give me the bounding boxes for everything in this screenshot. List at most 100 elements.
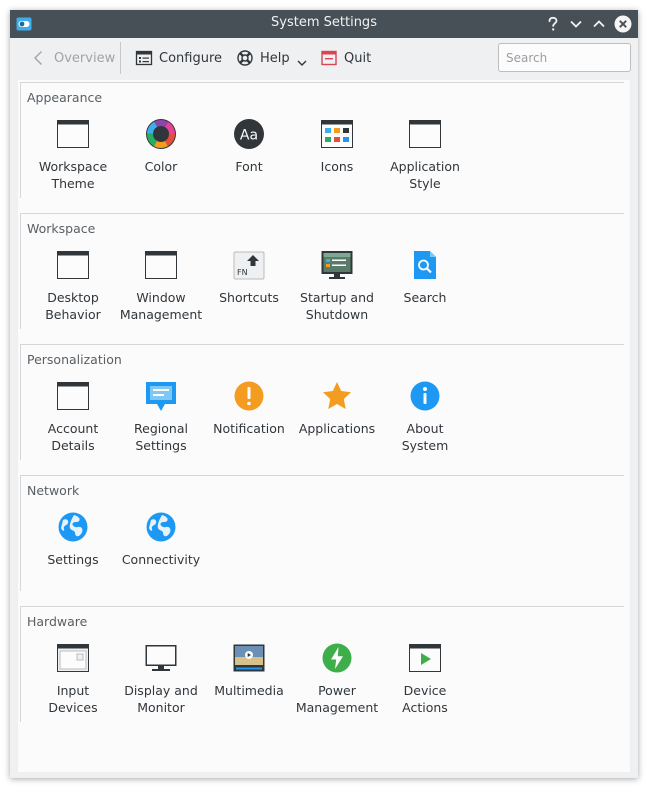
color-icon xyxy=(146,119,176,149)
module-label: Connectivity xyxy=(121,552,201,567)
close-button[interactable] xyxy=(614,15,632,33)
module-label: Workspace Theme xyxy=(38,159,108,191)
globe-icon xyxy=(146,512,176,542)
module-label: Color xyxy=(144,159,178,174)
input-devices-icon xyxy=(57,644,89,672)
module-label: Regional Settings xyxy=(134,421,188,453)
module-label: Notification xyxy=(213,421,285,436)
help-question-button[interactable] xyxy=(544,15,562,33)
group-title: Appearance xyxy=(27,90,103,105)
group-title: Personalization xyxy=(27,352,122,367)
account-details-icon xyxy=(57,382,89,410)
group-workspace: Workspace Desktop Behavior Window Manageme… xyxy=(20,213,624,329)
quit-button[interactable]: Quit xyxy=(320,46,371,70)
module-label: Applications xyxy=(298,421,376,436)
module-about-system[interactable]: About System xyxy=(381,380,469,454)
minimize-button[interactable] xyxy=(567,15,585,33)
module-connectivity[interactable]: Connectivity xyxy=(117,511,205,568)
workspace-theme-icon xyxy=(57,120,89,148)
module-label: Power Management xyxy=(295,683,379,715)
svg-text:Aa: Aa xyxy=(240,128,258,144)
search-input[interactable] xyxy=(498,43,631,72)
module-device-actions[interactable]: Device Actions xyxy=(381,642,469,716)
configure-icon xyxy=(135,50,153,66)
module-account-details[interactable]: Account Details xyxy=(29,380,117,454)
module-label: Application Style xyxy=(390,159,460,191)
module-icons[interactable]: Icons xyxy=(293,118,381,175)
application-style-icon xyxy=(409,120,441,148)
module-label: Multimedia xyxy=(214,683,284,698)
overview-label: Overview xyxy=(54,50,116,66)
icons-icon xyxy=(321,120,353,148)
star-icon xyxy=(323,382,351,409)
module-label: Desktop Behavior xyxy=(45,290,101,322)
window-management-icon xyxy=(145,251,177,279)
power-icon xyxy=(322,643,352,673)
group-hardware: Hardware Input Devices Display and Monito xyxy=(20,606,624,722)
module-label: Settings xyxy=(47,552,99,567)
desktop-behavior-icon xyxy=(57,251,89,279)
globe-icon xyxy=(58,512,88,542)
module-regional-settings[interactable]: Regional Settings xyxy=(117,380,205,454)
overview-button[interactable]: Overview xyxy=(30,46,115,70)
chevron-up-icon xyxy=(593,20,605,28)
configure-label: Configure xyxy=(159,50,223,66)
monitor-icon xyxy=(145,645,177,671)
module-network-settings[interactable]: Settings xyxy=(29,511,117,568)
module-application-style[interactable]: Application Style xyxy=(381,118,469,192)
regional-settings-icon xyxy=(146,382,176,411)
quit-label: Quit xyxy=(344,50,372,66)
titlebar[interactable]: System Settings xyxy=(10,10,638,38)
module-label: Font xyxy=(235,159,263,174)
module-label: Window Management xyxy=(119,290,203,322)
chevron-down-icon xyxy=(297,60,307,66)
module-font[interactable]: Aa Font xyxy=(205,118,293,175)
toolbar: Overview Configure Help Quit Search xyxy=(10,38,638,78)
font-icon: Aa xyxy=(234,119,264,149)
module-label: Display and Monitor xyxy=(124,683,198,715)
maximize-button[interactable] xyxy=(590,15,608,33)
help-label: Help xyxy=(260,50,290,66)
module-label: Search xyxy=(403,290,447,305)
toolbar-separator xyxy=(120,42,121,74)
group-personalization: Personalization Account Details Regional S… xyxy=(20,344,624,460)
module-multimedia[interactable]: Multimedia xyxy=(205,642,293,699)
help-lifebuoy-icon xyxy=(237,50,253,66)
system-settings-window: System Settings Overview Configure Help … xyxy=(10,10,638,778)
shortcuts-icon: FN xyxy=(233,251,265,280)
module-color[interactable]: Color xyxy=(117,118,205,175)
quit-icon xyxy=(321,50,337,66)
close-icon xyxy=(614,15,632,33)
module-label: Shortcuts xyxy=(219,290,279,305)
module-shortcuts[interactable]: FN Shortcuts xyxy=(205,249,293,306)
module-workspace-theme[interactable]: Workspace Theme xyxy=(29,118,117,192)
group-appearance: Appearance Workspace Theme Color Aa Font… xyxy=(20,82,624,198)
module-power-management[interactable]: Power Management xyxy=(293,642,381,716)
group-title: Workspace xyxy=(27,221,96,236)
module-notification[interactable]: Notification xyxy=(205,380,293,437)
module-label: Icons xyxy=(320,159,354,174)
svg-text:FN: FN xyxy=(237,268,248,277)
module-desktop-behavior[interactable]: Desktop Behavior xyxy=(29,249,117,323)
chevron-down-icon xyxy=(570,20,582,28)
configure-button[interactable]: Configure xyxy=(135,46,222,70)
group-title: Network xyxy=(27,483,80,498)
module-label: Device Actions xyxy=(402,683,448,715)
help-menu-button[interactable]: Help xyxy=(236,46,308,70)
module-display-monitor[interactable]: Display and Monitor xyxy=(117,642,205,716)
startup-shutdown-icon xyxy=(321,251,353,279)
module-applications[interactable]: Applications xyxy=(293,380,381,437)
group-title: Hardware xyxy=(27,614,88,629)
device-actions-icon xyxy=(409,644,441,672)
group-network: Network Settings Connectivity xyxy=(20,475,624,591)
module-window-management[interactable]: Window Management xyxy=(117,249,205,323)
module-label: Input Devices xyxy=(48,683,98,715)
module-startup-shutdown[interactable]: Startup and Shutdown xyxy=(293,249,381,323)
module-input-devices[interactable]: Input Devices xyxy=(29,642,117,716)
notification-icon xyxy=(234,381,264,411)
question-icon xyxy=(548,16,558,31)
arrow-left-icon xyxy=(34,51,42,65)
modules-view: Appearance Workspace Theme Color Aa Font… xyxy=(18,80,630,772)
module-search[interactable]: Search xyxy=(381,249,469,306)
module-label: Account Details xyxy=(47,421,99,453)
